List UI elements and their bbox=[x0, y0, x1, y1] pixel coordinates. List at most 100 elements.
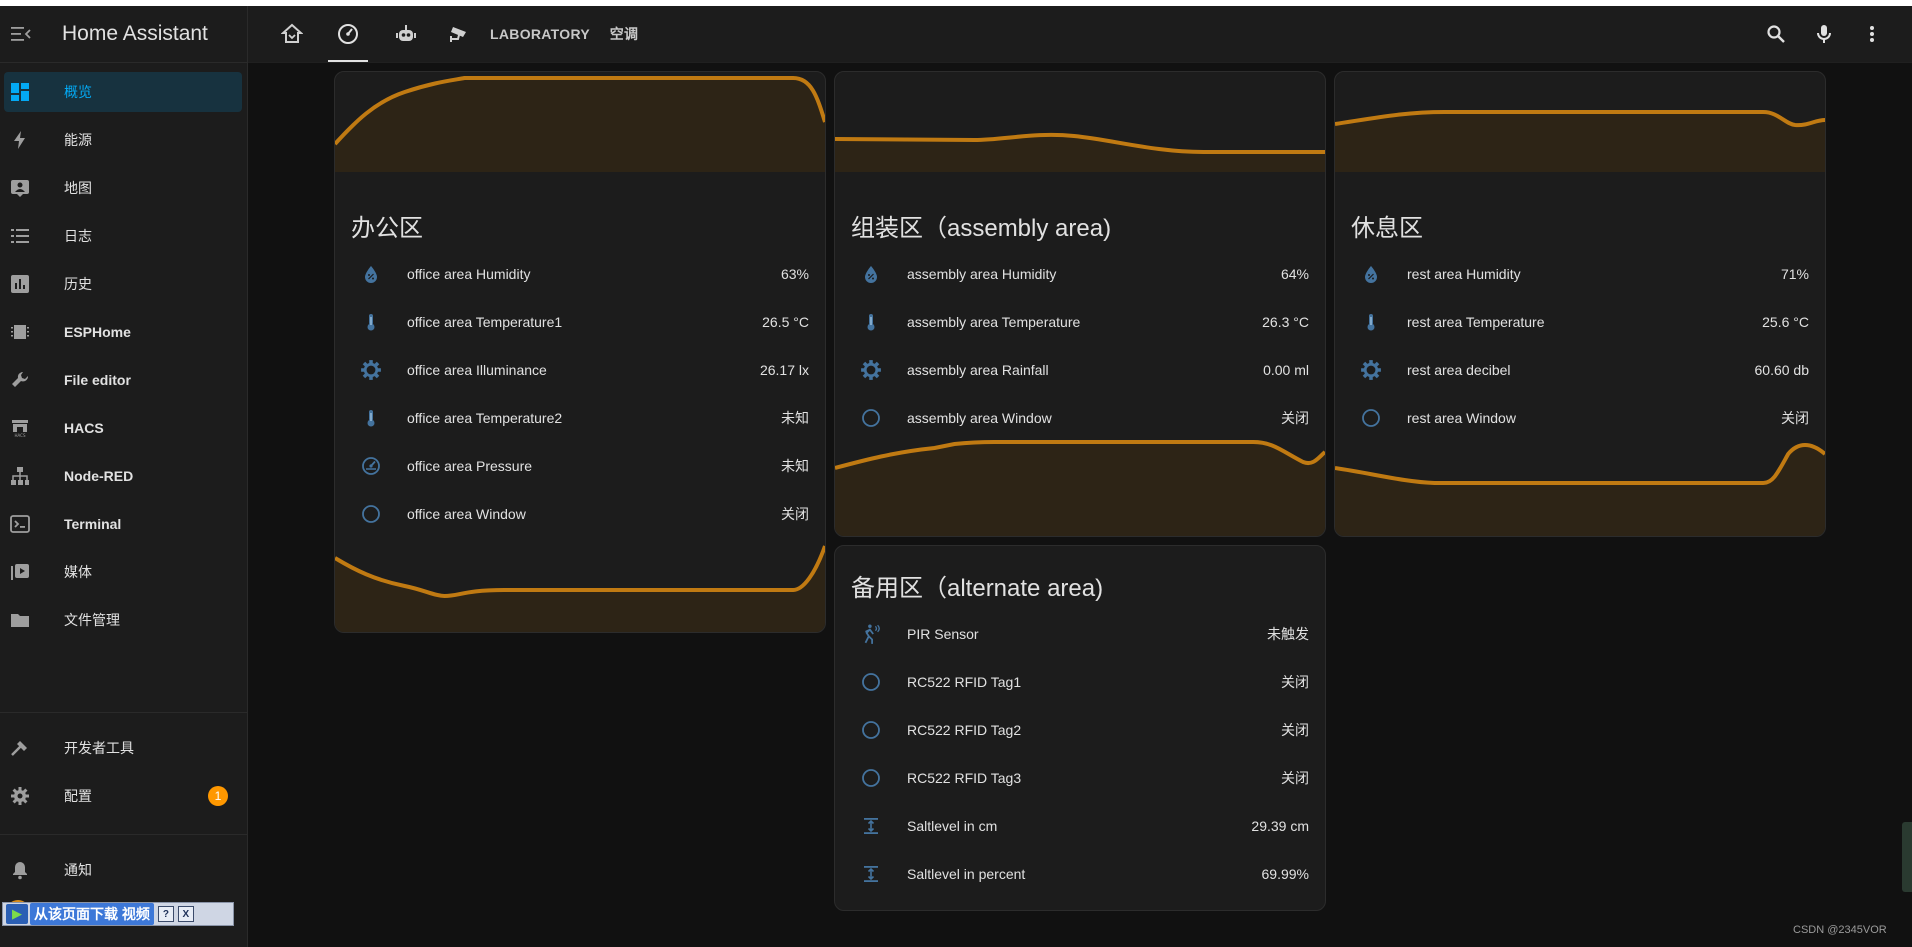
sidebar-divider bbox=[0, 834, 247, 835]
sidebar-item-logbook[interactable]: 日志 bbox=[4, 216, 242, 256]
notification-badge: 1 bbox=[208, 786, 228, 806]
entity-row[interactable]: assembly area Rainfall 0.00 ml bbox=[835, 350, 1325, 390]
video-download-toolbar[interactable]: ▶ 从该页面下载 视频 ? X bbox=[2, 902, 234, 926]
entity-value: 69.99% bbox=[1261, 866, 1309, 882]
sidebar-item-overview[interactable]: 概览 bbox=[4, 72, 242, 112]
active-tab-indicator bbox=[328, 60, 368, 62]
entity-name: rest area decibel bbox=[1407, 362, 1511, 378]
dashboard-icon bbox=[8, 80, 32, 104]
entity-row[interactable]: rest area decibel 60.60 db bbox=[1335, 350, 1825, 390]
entity-value: 关闭 bbox=[1281, 770, 1309, 786]
download-video-button[interactable]: 从该页面下载 视频 bbox=[30, 903, 154, 925]
sidebar-item-energy[interactable]: 能源 bbox=[4, 120, 242, 160]
menu-toggle-button[interactable] bbox=[2, 15, 40, 53]
entity-row[interactable]: office area Illuminance 26.17 lx bbox=[335, 350, 825, 390]
folder-icon bbox=[8, 608, 32, 632]
sidebar-item-settings[interactable]: 配置 1 bbox=[4, 776, 242, 816]
water-percent-icon bbox=[859, 262, 883, 286]
entity-row[interactable]: rest area Temperature 25.6 °C bbox=[1335, 302, 1825, 342]
sidebar-item-label: 日志 bbox=[64, 228, 92, 244]
gauge-icon bbox=[338, 24, 358, 44]
entity-row[interactable]: office area Temperature2 未知 bbox=[335, 398, 825, 438]
sidebar-item-label: 媒体 bbox=[64, 564, 92, 580]
entity-name: office area Humidity bbox=[407, 266, 531, 282]
top-app-bar: LABORATORY 空调 bbox=[248, 6, 1912, 63]
chart-box-icon bbox=[8, 272, 32, 296]
search-button[interactable] bbox=[1756, 6, 1796, 62]
entity-row[interactable]: Saltlevel in cm 29.39 cm bbox=[835, 806, 1325, 846]
gauge-icon bbox=[359, 454, 383, 478]
entity-value: 25.6 °C bbox=[1762, 314, 1809, 330]
entity-row[interactable]: assembly area Window 关闭 bbox=[835, 398, 1325, 438]
entity-name: Saltlevel in cm bbox=[907, 818, 998, 834]
entity-row[interactable]: PIR Sensor 未触发 bbox=[835, 614, 1325, 654]
entity-row[interactable]: rest area Humidity 71% bbox=[1335, 254, 1825, 294]
hacs-icon: HACS bbox=[8, 416, 32, 440]
entity-name: rest area Window bbox=[1407, 410, 1516, 426]
entity-row[interactable]: assembly area Temperature 26.3 °C bbox=[835, 302, 1325, 342]
hammer-icon bbox=[8, 736, 32, 760]
close-button[interactable]: X bbox=[177, 906, 194, 922]
entity-name: assembly area Temperature bbox=[907, 314, 1081, 330]
sidebar-item-file-editor[interactable]: File editor bbox=[4, 360, 242, 400]
entity-name: Saltlevel in percent bbox=[907, 866, 1026, 882]
sidebar-item-map[interactable]: 地图 bbox=[4, 168, 242, 208]
sidebar-header: Home Assistant bbox=[0, 6, 247, 63]
history-graph-footer bbox=[1335, 443, 1825, 536]
thermometer-icon bbox=[359, 406, 383, 430]
tab-laboratory[interactable]: LABORATORY bbox=[484, 6, 596, 62]
tab-air-conditioner[interactable]: 空调 bbox=[596, 6, 652, 62]
assist-button[interactable] bbox=[1804, 6, 1844, 62]
thermometer-icon bbox=[1359, 310, 1383, 334]
tab-label: LABORATORY bbox=[490, 26, 590, 42]
map-account-icon bbox=[8, 176, 32, 200]
sidebar-item-label: 地图 bbox=[64, 180, 92, 196]
sidebar-item-media[interactable]: 媒体 bbox=[4, 552, 242, 592]
thermometer-icon bbox=[859, 310, 883, 334]
sidebar-item-hacs[interactable]: HACS HACS bbox=[4, 408, 242, 448]
sidebar-item-history[interactable]: 历史 bbox=[4, 264, 242, 304]
entity-row[interactable]: office area Window 关闭 bbox=[335, 494, 825, 534]
entity-row[interactable]: RC522 RFID Tag3 关闭 bbox=[835, 758, 1325, 798]
sidebar-item-terminal[interactable]: Terminal bbox=[4, 504, 242, 544]
logbook-icon bbox=[8, 224, 32, 248]
card-title: 备用区（alternate area) bbox=[851, 575, 1104, 602]
more-vert-icon bbox=[1870, 26, 1874, 42]
help-button[interactable]: ? bbox=[157, 906, 174, 922]
card-rest-area: 休息区 rest area Humidity 71% rest area Temp… bbox=[1334, 71, 1826, 537]
sidebar-item-developer-tools[interactable]: 开发者工具 bbox=[4, 728, 242, 768]
entity-row[interactable]: RC522 RFID Tag1 关闭 bbox=[835, 662, 1325, 702]
entity-name: rest area Humidity bbox=[1407, 266, 1521, 282]
entity-name: office area Temperature1 bbox=[407, 314, 563, 330]
more-options-button[interactable] bbox=[1852, 6, 1892, 62]
entity-row[interactable]: office area Pressure 未知 bbox=[335, 446, 825, 486]
entity-row[interactable]: RC522 RFID Tag2 关闭 bbox=[835, 710, 1325, 750]
entity-row[interactable]: assembly area Humidity 64% bbox=[835, 254, 1325, 294]
tab-gauge[interactable] bbox=[316, 6, 380, 62]
sidebar-item-label: HACS bbox=[64, 420, 104, 436]
card-office-area: 办公区 office area Humidity 63% office area … bbox=[334, 71, 826, 633]
entity-row[interactable]: Saltlevel in percent 69.99% bbox=[835, 854, 1325, 894]
card-assembly-area: 组装区（assembly area) assembly area Humidit… bbox=[834, 71, 1326, 537]
console-icon bbox=[8, 512, 32, 536]
sidebar-item-esphome[interactable]: ESPHome bbox=[4, 312, 242, 352]
tab-home[interactable] bbox=[268, 6, 316, 62]
entity-row[interactable]: office area Temperature1 26.5 °C bbox=[335, 302, 825, 342]
microphone-icon bbox=[1817, 25, 1831, 43]
entity-value: 关闭 bbox=[1281, 674, 1309, 690]
sidebar-item-label: Terminal bbox=[64, 516, 122, 532]
edge-side-widget[interactable] bbox=[1902, 822, 1912, 892]
cctv-icon bbox=[450, 27, 466, 42]
sidebar-item-node-red[interactable]: Node-RED bbox=[4, 456, 242, 496]
tab-cctv[interactable] bbox=[432, 6, 484, 62]
sidebar-item-label: 开发者工具 bbox=[64, 740, 134, 756]
sidebar-item-label: 配置 bbox=[64, 788, 92, 804]
entity-row[interactable]: office area Humidity 63% bbox=[335, 254, 825, 294]
sidebar-item-file-manager[interactable]: 文件管理 bbox=[4, 600, 242, 640]
sidebar: Home Assistant 概览 能源 地图 日志 历史 ESPHome Fi… bbox=[0, 6, 248, 947]
watermark: CSDN @2345VOR bbox=[1793, 924, 1887, 936]
sidebar-item-notifications[interactable]: 通知 bbox=[4, 850, 242, 890]
tab-label: 空调 bbox=[609, 26, 639, 42]
tab-robot[interactable] bbox=[380, 6, 432, 62]
entity-row[interactable]: rest area Window 关闭 bbox=[1335, 398, 1825, 438]
